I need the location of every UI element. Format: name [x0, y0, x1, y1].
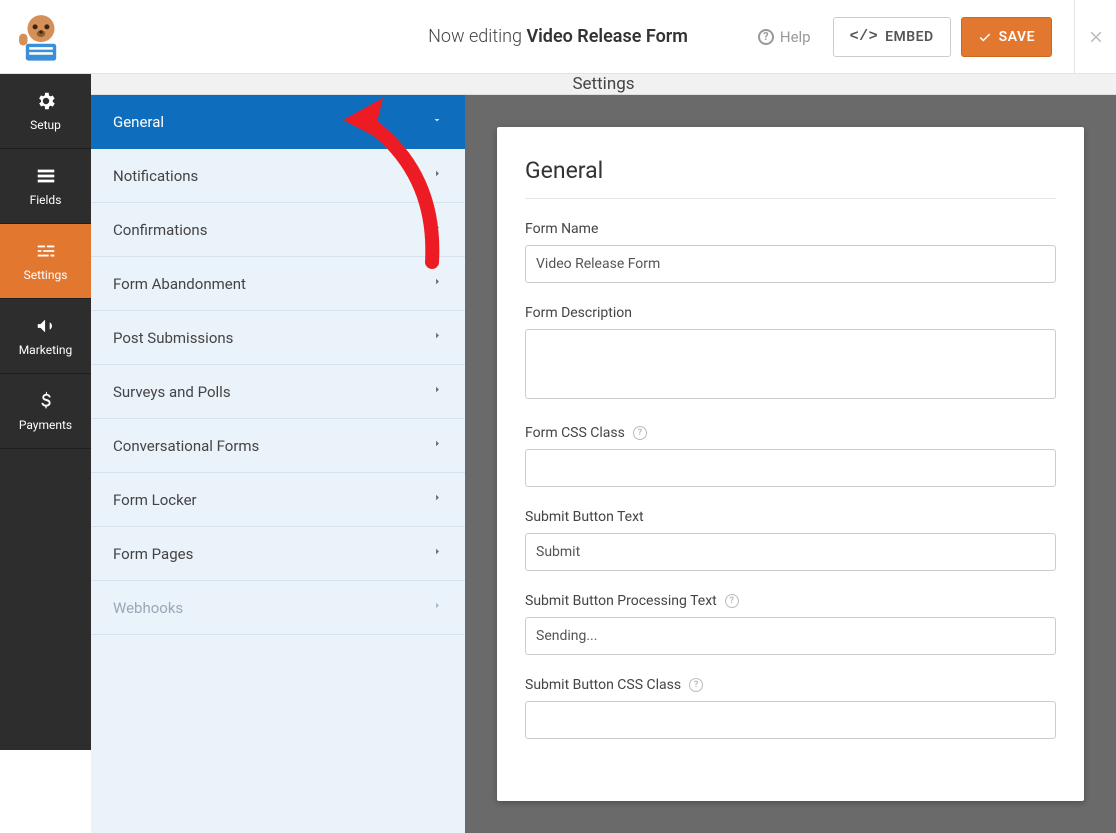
close-button[interactable]	[1074, 0, 1116, 74]
sidebar-item-label: Post Submissions	[113, 329, 233, 347]
help-icon: ?	[758, 29, 774, 45]
chevron-right-icon	[432, 600, 443, 615]
form-name-label: Form Name	[525, 221, 1056, 237]
nav-fields[interactable]: Fields	[0, 149, 91, 224]
sidebar-item-surveys-polls[interactable]: Surveys and Polls	[91, 365, 465, 419]
sidebar-item-notifications[interactable]: Notifications	[91, 149, 465, 203]
check-icon	[978, 30, 992, 44]
nav-label: Marketing	[19, 343, 73, 357]
sidebar-item-label: Form Abandonment	[113, 275, 246, 293]
chevron-down-icon	[431, 114, 443, 130]
submit-processing-input[interactable]	[525, 617, 1056, 655]
info-icon[interactable]: ?	[633, 426, 647, 440]
close-icon	[1087, 28, 1105, 46]
sidebar-item-label: Webhooks	[113, 599, 183, 617]
app-header: Now editing Video Release Form ? Help </…	[0, 0, 1116, 74]
form-css-class-label: Form CSS Class	[525, 425, 625, 441]
sidebar-item-general[interactable]: General	[91, 95, 465, 149]
list-icon	[35, 165, 57, 187]
bullhorn-icon	[35, 315, 57, 337]
info-icon[interactable]: ?	[725, 594, 739, 608]
sidebar-item-conversational-forms[interactable]: Conversational Forms	[91, 419, 465, 473]
dollar-icon	[35, 390, 57, 412]
general-settings-panel: General Form Name Form Description Form …	[497, 127, 1084, 801]
sidebar-item-confirmations[interactable]: Confirmations	[91, 203, 465, 257]
sidebar-item-form-pages[interactable]: Form Pages	[91, 527, 465, 581]
nav-label: Payments	[19, 418, 72, 432]
sidebar-item-label: Form Locker	[113, 491, 197, 509]
app-logo	[12, 8, 70, 66]
form-title: Video Release Form	[526, 26, 687, 47]
nav-setup[interactable]: Setup	[0, 74, 91, 149]
sidebar-item-label: Form Pages	[113, 545, 193, 563]
settings-title: Settings	[572, 74, 634, 94]
nav-label: Fields	[30, 193, 62, 207]
submit-text-input[interactable]	[525, 533, 1056, 571]
form-name-input[interactable]	[525, 245, 1056, 283]
chevron-right-icon	[432, 168, 443, 183]
chevron-right-icon	[432, 222, 443, 237]
form-description-input[interactable]	[525, 329, 1056, 399]
help-link[interactable]: ? Help	[758, 28, 811, 46]
embed-label: EMBED	[885, 29, 934, 45]
nav-label: Setup	[30, 118, 61, 132]
save-label: SAVE	[999, 29, 1035, 45]
sidebar-item-form-locker[interactable]: Form Locker	[91, 473, 465, 527]
settings-title-bar: Settings	[91, 74, 1116, 95]
left-nav: Setup Fields Settings Marketing Payments	[0, 74, 91, 750]
chevron-right-icon	[432, 330, 443, 345]
nav-label: Settings	[24, 268, 68, 282]
now-editing-title: Now editing Video Release Form	[428, 26, 688, 47]
chevron-right-icon	[432, 276, 443, 291]
submit-css-class-label: Submit Button CSS Class	[525, 677, 681, 693]
now-editing-prefix: Now editing	[428, 26, 522, 47]
sidebar-item-label: Surveys and Polls	[113, 383, 231, 401]
nav-settings[interactable]: Settings	[0, 224, 91, 299]
sidebar-item-webhooks[interactable]: Webhooks	[91, 581, 465, 635]
sidebar-item-label: Conversational Forms	[113, 437, 259, 455]
info-icon[interactable]: ?	[689, 678, 703, 692]
sidebar-item-post-submissions[interactable]: Post Submissions	[91, 311, 465, 365]
chevron-right-icon	[432, 492, 443, 507]
submit-text-label: Submit Button Text	[525, 509, 1056, 525]
gear-icon	[35, 90, 57, 112]
sidebar-item-label: Confirmations	[113, 221, 207, 239]
header-actions: ? Help </> EMBED SAVE	[758, 0, 1116, 74]
chevron-right-icon	[432, 438, 443, 453]
form-description-label: Form Description	[525, 305, 1056, 321]
embed-icon: </>	[850, 28, 879, 45]
sidebar-item-label: General	[113, 113, 164, 131]
chevron-right-icon	[432, 384, 443, 399]
sliders-icon	[35, 240, 57, 262]
submit-processing-label: Submit Button Processing Text	[525, 593, 717, 609]
embed-button[interactable]: </> EMBED	[833, 17, 951, 57]
sidebar-item-label: Notifications	[113, 167, 198, 185]
settings-sidebar: General Notifications Confirmations	[91, 95, 465, 833]
save-button[interactable]: SAVE	[961, 17, 1052, 57]
chevron-right-icon	[432, 546, 443, 561]
help-label: Help	[780, 28, 811, 46]
panel-heading: General	[525, 157, 1056, 199]
submit-css-class-input[interactable]	[525, 701, 1056, 739]
form-css-class-input[interactable]	[525, 449, 1056, 487]
sidebar-item-form-abandonment[interactable]: Form Abandonment	[91, 257, 465, 311]
nav-marketing[interactable]: Marketing	[0, 299, 91, 374]
nav-payments[interactable]: Payments	[0, 374, 91, 449]
